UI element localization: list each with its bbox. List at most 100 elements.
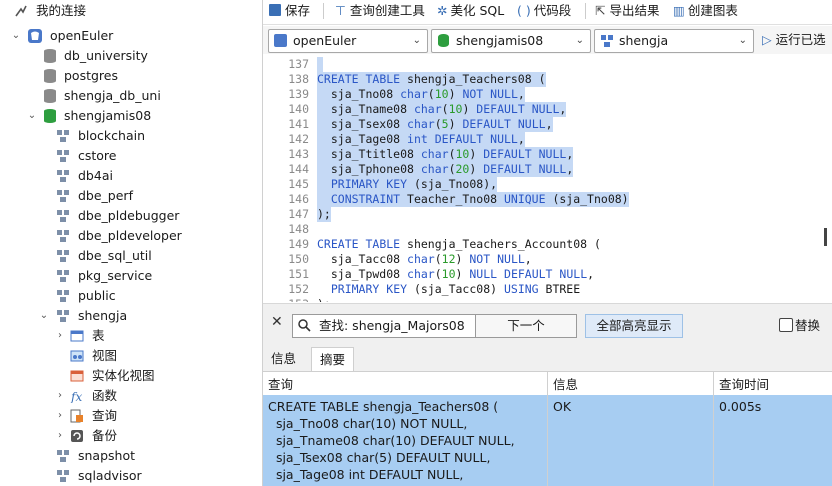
tree-item-backup[interactable]: › 备份: [0, 426, 262, 446]
tree-database-shengja_db_uni[interactable]: shengja_db_uni: [0, 86, 262, 106]
context-selector-bar: openEuler ⌄ shengjamis08 ⌄ shengja ⌄ ▷ 运…: [263, 26, 832, 54]
tree-schema-dbe_sql_util[interactable]: dbe_sql_util: [0, 246, 262, 266]
connection-label: openEuler: [50, 28, 114, 43]
editor-scrollbar-thumb[interactable]: [824, 228, 827, 246]
tree-label: 表: [92, 328, 105, 343]
chevron-right-icon[interactable]: ›: [54, 386, 66, 406]
tree-schema-db4ai[interactable]: db4ai: [0, 166, 262, 186]
code-line[interactable]: sja_Tname08 char(10) DEFAULT NULL,: [317, 102, 567, 117]
result-time-cell[interactable]: 0.005s: [719, 398, 761, 415]
line-number: 139: [288, 87, 309, 101]
code-line[interactable]: PRIMARY KEY (sja_Tacc08) USING BTREE: [317, 282, 580, 297]
schema-icon: [56, 209, 70, 223]
chevron-down-icon[interactable]: ⌄: [26, 106, 38, 126]
code-line[interactable]: CREATE TABLE shengja_Teachers_Account08 …: [317, 237, 601, 252]
chevron-right-icon[interactable]: ›: [54, 426, 66, 446]
tree-label: 视图: [92, 348, 118, 363]
code-line[interactable]: );: [317, 207, 331, 222]
schema-icon: [56, 129, 70, 143]
editor-scrollbar[interactable]: [822, 55, 832, 302]
connection-select[interactable]: openEuler ⌄: [268, 29, 428, 53]
line-number: 144: [288, 162, 309, 176]
database-select[interactable]: shengjamis08 ⌄: [431, 29, 591, 53]
tree-item-table[interactable]: › 表: [0, 326, 262, 346]
save-button[interactable]: 保存: [269, 0, 310, 22]
line-number: 151: [288, 267, 309, 281]
summary-grid: 查询 信息 查询时间 CREATE TABLE shengja_Teachers…: [263, 372, 832, 486]
close-icon[interactable]: ✕: [271, 314, 283, 330]
schema-icon: [600, 34, 614, 51]
code-line[interactable]: CREATE TABLE shengja_Teachers08 (: [317, 72, 546, 87]
beautify-sql-button[interactable]: ✲ 美化 SQL: [437, 0, 504, 22]
highlight-all-button[interactable]: 全部高亮显示: [585, 314, 683, 338]
column-header-time[interactable]: 查询时间: [719, 376, 769, 394]
tree-label: public: [78, 288, 116, 303]
tree-database-db_university[interactable]: db_university: [0, 46, 262, 66]
code-line[interactable]: PRIMARY KEY (sja_Tno08),: [317, 177, 498, 192]
tree-database-shengjamis08[interactable]: ⌄ shengjamis08: [0, 106, 262, 126]
column-header-query[interactable]: 查询: [268, 376, 293, 394]
connection-tree[interactable]: 我的连接 ⌄ openEuler db_university postgres sh…: [0, 0, 263, 486]
code-line[interactable]: sja_Tpwd08 char(10) NULL DEFAULT NULL,: [317, 267, 594, 282]
tree-root-my-connections[interactable]: 我的连接: [0, 1, 262, 21]
tree-schema-public[interactable]: public: [0, 286, 262, 306]
tab-info[interactable]: 信息: [263, 347, 304, 370]
code-line[interactable]: sja_Tsex08 char(5) DEFAULT NULL,: [317, 117, 553, 132]
chevron-right-icon[interactable]: ›: [54, 406, 66, 426]
result-info-cell[interactable]: OK: [553, 398, 571, 415]
line-number: 153: [263, 297, 309, 302]
line-number: 152: [288, 282, 309, 296]
backup-icon: [70, 429, 84, 443]
magic-wand-icon: ✲: [437, 3, 448, 18]
tree-database-postgres[interactable]: postgres: [0, 66, 262, 86]
schema-icon: [56, 229, 70, 243]
tree-item-materialized-view[interactable]: 实体化视图: [0, 366, 262, 386]
tree-item-query[interactable]: › 查询: [0, 406, 262, 426]
tree-schema-dbe_pldeveloper[interactable]: dbe_pldeveloper: [0, 226, 262, 246]
chevron-right-icon[interactable]: ›: [54, 326, 66, 346]
tree-schema-sqladvisor[interactable]: sqladvisor: [0, 466, 262, 486]
code-line[interactable]: sja_Tno08 char(10) NOT NULL,: [317, 87, 525, 102]
find-next-button[interactable]: 下一个: [475, 314, 577, 338]
line-number: 141: [288, 117, 309, 131]
tree-schema-dbe_pldebugger[interactable]: dbe_pldebugger: [0, 206, 262, 226]
schema-icon: [56, 289, 70, 303]
line-number: 147: [288, 207, 309, 221]
tree-item-function[interactable]: › fx 函数: [0, 386, 262, 406]
code-line[interactable]: CONSTRAINT Teacher_Tno08 UNIQUE (sja_Tno…: [317, 192, 629, 207]
chevron-down-icon[interactable]: ⌄: [38, 306, 50, 326]
tree-schema-pkg_service[interactable]: pkg_service: [0, 266, 262, 286]
code-line[interactable]: sja_Tage08 int DEFAULT NULL,: [317, 132, 525, 147]
code-line[interactable]: sja_Ttitle08 char(10) DEFAULT NULL,: [317, 147, 574, 162]
query-text-line: sja_Tno08 char(10) NOT NULL,: [268, 416, 468, 431]
tree-label: 备份: [92, 428, 118, 443]
tree-item-view[interactable]: 视图: [0, 346, 262, 366]
find-input[interactable]: 查找: shengja_Majors08: [292, 314, 476, 338]
tab-summary[interactable]: 摘要: [311, 347, 355, 371]
tree-schema-cstore[interactable]: cstore: [0, 146, 262, 166]
code-line[interactable]: sja_Tphone08 char(20) DEFAULT NULL,: [317, 162, 574, 177]
tree-schema-blockchain[interactable]: blockchain: [0, 126, 262, 146]
code-snippet-button[interactable]: ( ) 代码段: [517, 0, 571, 22]
export-results-button[interactable]: ⇱ 导出结果: [595, 0, 660, 22]
create-chart-button[interactable]: ▥ 创建图表: [673, 0, 738, 22]
column-header-info[interactable]: 信息: [553, 376, 578, 394]
schema-select[interactable]: shengja ⌄: [594, 29, 754, 53]
code-line[interactable]: sja_Tacc08 char(12) NOT NULL,: [317, 252, 532, 267]
code-line[interactable]: [317, 57, 323, 72]
sql-editor[interactable]: 137 138 CREATE TABLE shengja_Teachers08 (1…: [263, 55, 832, 302]
chevron-down-icon[interactable]: ⌄: [10, 26, 22, 46]
tree-schema-shengja[interactable]: ⌄ shengja: [0, 306, 262, 326]
tree-schema-dbe_perf[interactable]: dbe_perf: [0, 186, 262, 206]
replace-checkbox[interactable]: [779, 318, 793, 332]
line-number: 142: [288, 132, 309, 146]
selected-row-cell[interactable]: [548, 395, 713, 486]
tree-connection-openeuler[interactable]: ⌄ openEuler: [0, 26, 262, 46]
code-line[interactable]: );: [317, 297, 331, 302]
opengauss-connection-icon: [274, 34, 287, 47]
query-text-line: sja_Tage08 int DEFAULT NULL,: [268, 467, 464, 482]
query-builder-button[interactable]: ⊤ 查询创建工具: [335, 0, 425, 22]
run-selected-button[interactable]: ▷ 运行已选: [762, 29, 832, 51]
tree-schema-snapshot[interactable]: snapshot: [0, 446, 262, 466]
database-icon: [44, 89, 56, 103]
